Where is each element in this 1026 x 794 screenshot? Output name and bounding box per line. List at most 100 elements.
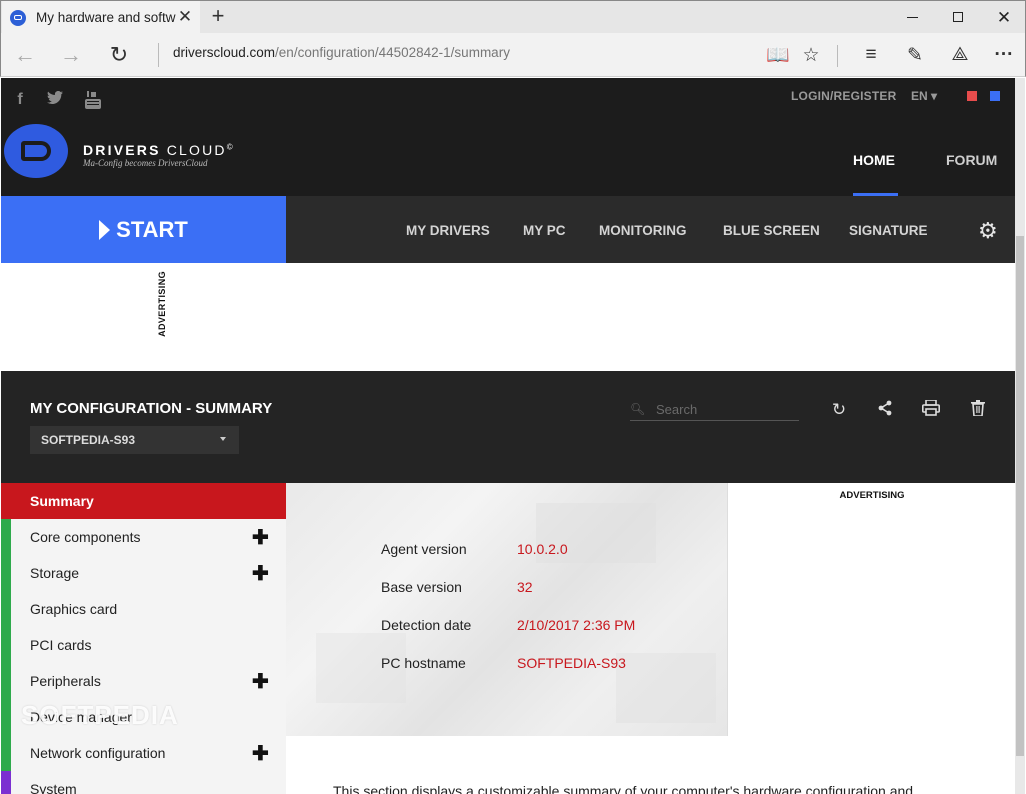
expand-plus-icon[interactable]: ✚ <box>252 525 269 550</box>
web-note-icon[interactable]: ✎ <box>902 42 928 68</box>
nav-signature[interactable]: SIGNATURE <box>849 223 928 238</box>
expand-plus-icon[interactable]: ✚ <box>252 741 269 766</box>
browser-tab[interactable]: My hardware and softw ✕ <box>2 1 200 34</box>
category-color-bar <box>1 627 11 663</box>
url-domain: driverscloud.com <box>173 45 276 60</box>
sidebar-item-label: Core components <box>30 529 141 545</box>
site-header: f LOGIN/REGISTER EN ▾ DRIVERS CLOUD© Ma-… <box>1 78 1015 196</box>
youtube-icon[interactable] <box>84 91 102 109</box>
close-window-icon[interactable]: ✕ <box>981 1 1026 33</box>
agent-version-value: 10.0.2.0 <box>517 541 568 557</box>
browser-tab-bar: My hardware and softw ✕ + ✕ <box>0 0 1026 34</box>
theme-red-swatch[interactable] <box>967 91 977 101</box>
share-icon[interactable]: ⟁ <box>947 42 973 68</box>
address-divider <box>158 43 159 67</box>
menu-forum[interactable]: FORUM <box>946 152 997 168</box>
category-color-bar <box>1 519 11 555</box>
language-selector[interactable]: EN ▾ <box>911 89 937 103</box>
sidebar-item-label: Graphics card <box>30 601 118 617</box>
sidebar-item-label: Summary <box>30 493 94 509</box>
close-tab-icon[interactable]: ✕ <box>176 8 194 26</box>
detection-date-value: 2/10/2017 2:36 PM <box>517 617 636 633</box>
agent-version-label: Agent version <box>381 541 467 557</box>
driverscloud-favicon-icon <box>10 9 26 26</box>
refresh-config-icon[interactable]: ↻ <box>829 400 849 420</box>
sidebar-item-label: Network configuration <box>30 745 166 761</box>
share-config-icon[interactable] <box>875 400 895 420</box>
new-tab-icon[interactable]: + <box>206 5 230 29</box>
maximize-window-icon[interactable] <box>935 1 981 33</box>
back-arrow-icon[interactable]: ← <box>11 41 39 69</box>
theme-blue-swatch[interactable] <box>990 91 1000 101</box>
brand-trademark: © <box>226 142 235 152</box>
brand-name-bold: DRIVERS <box>83 142 161 158</box>
sidebar-item-pci-cards[interactable]: PCI cards <box>1 627 286 663</box>
search-input[interactable] <box>656 399 796 419</box>
configuration-header: MY CONFIGURATION - SUMMARY SOFTPEDIA-S93… <box>1 371 1015 483</box>
web-page: f LOGIN/REGISTER EN ▾ DRIVERS CLOUD© Ma-… <box>1 78 1025 794</box>
expand-plus-icon[interactable]: ✚ <box>252 669 269 694</box>
category-color-bar <box>1 663 11 699</box>
toolbar-divider <box>837 45 838 67</box>
sidebar-item-peripherals[interactable]: Peripherals ✚ <box>1 663 286 699</box>
category-color-bar <box>1 735 11 771</box>
pc-hostname-label: PC hostname <box>381 655 466 671</box>
sidebar-item-label: PCI cards <box>30 637 92 653</box>
language-label: EN <box>911 89 928 103</box>
url-field[interactable]: driverscloud.com/en/configuration/445028… <box>173 45 510 60</box>
sidebar-item-label: Storage <box>30 565 80 581</box>
nav-blue-screen[interactable]: BLUE SCREEN <box>723 223 820 238</box>
reading-view-icon[interactable]: 📖 <box>765 42 791 68</box>
minimize-window-icon[interactable] <box>889 1 935 33</box>
nav-my-pc[interactable]: MY PC <box>523 223 566 238</box>
top-advertising-area: ADVERTISING <box>1 263 1015 371</box>
start-button-label: START <box>116 216 188 242</box>
sidebar-item-network-configuration[interactable]: Network configuration ✚ <box>1 735 286 771</box>
more-options-icon[interactable]: ··· <box>991 42 1017 68</box>
background-decoration <box>616 653 716 723</box>
favorite-star-icon[interactable]: ☆ <box>798 42 824 68</box>
start-button[interactable]: START <box>1 196 286 263</box>
scrollbar-thumb[interactable] <box>1016 236 1024 756</box>
refresh-icon[interactable]: ↻ <box>105 41 133 69</box>
url-path: /en/configuration/44502842-1/summary <box>275 45 510 60</box>
brand-name-light: CLOUD <box>166 142 227 158</box>
gear-icon[interactable]: ⚙ <box>978 218 998 244</box>
sidebar-item-summary[interactable]: Summary <box>1 483 286 519</box>
sidebar-item-graphics-card[interactable]: Graphics card <box>1 591 286 627</box>
print-icon[interactable] <box>921 399 941 420</box>
main-navigation: START MY DRIVERS MY PC MONITORING BLUE S… <box>1 196 1015 263</box>
summary-panel: Agent version 10.0.2.0 Base version 32 D… <box>286 483 727 736</box>
nav-monitoring[interactable]: MONITORING <box>599 223 687 238</box>
category-color-bar <box>1 699 11 735</box>
trash-icon[interactable] <box>968 400 988 420</box>
sidebar-item-label: System <box>30 781 77 794</box>
page-title: MY CONFIGURATION - SUMMARY <box>30 400 273 417</box>
search-icon: 🔍︎ <box>630 402 646 416</box>
chevron-down-icon <box>220 437 226 441</box>
pc-hostname-value: SOFTPEDIA-S93 <box>517 655 626 671</box>
facebook-icon[interactable]: f <box>13 91 27 109</box>
base-version-label: Base version <box>381 579 462 595</box>
brand-tagline: Ma-Config becomes DriversCloud <box>83 158 208 168</box>
twitter-icon[interactable] <box>46 91 64 104</box>
driverscloud-logo-icon[interactable] <box>4 124 68 178</box>
sidebar-item-core-components[interactable]: Core components ✚ <box>1 519 286 555</box>
detection-date-label: Detection date <box>381 617 472 633</box>
login-register-link[interactable]: LOGIN/REGISTER <box>791 89 896 103</box>
category-color-bar <box>1 555 11 591</box>
category-color-bar <box>1 771 11 794</box>
hub-icon[interactable]: ≡ <box>858 42 884 68</box>
forward-arrow-icon[interactable]: → <box>57 41 85 69</box>
menu-home[interactable]: HOME <box>853 152 895 168</box>
expand-plus-icon[interactable]: ✚ <box>252 561 269 586</box>
page-scrollbar[interactable] <box>1015 78 1025 794</box>
nav-my-drivers[interactable]: MY DRIVERS <box>406 223 490 238</box>
brand-name[interactable]: DRIVERS CLOUD© <box>83 142 235 158</box>
browser-address-bar: ← → ↻ driverscloud.com/en/configuration/… <box>0 33 1026 77</box>
right-advertising-area: ADVERTISING <box>727 483 1015 736</box>
pc-selector[interactable]: SOFTPEDIA-S93 <box>30 426 239 454</box>
configuration-sidebar: Summary Core components ✚ Storage ✚ Grap… <box>1 483 286 794</box>
sidebar-item-system[interactable]: System <box>1 771 286 794</box>
sidebar-item-storage[interactable]: Storage ✚ <box>1 555 286 591</box>
